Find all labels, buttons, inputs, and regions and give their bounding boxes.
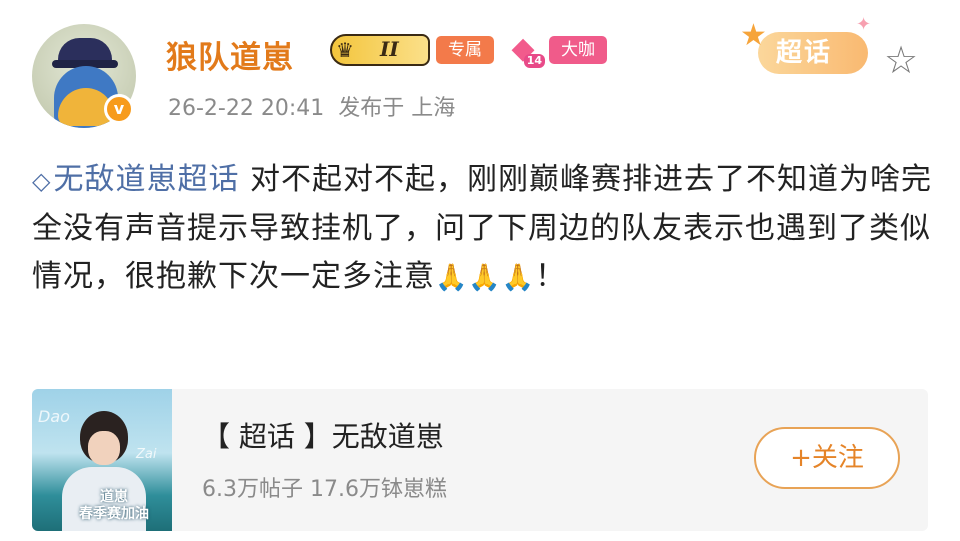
thumbnail-script-text: Dao (38, 407, 70, 426)
crown-icon: ♛ (336, 38, 354, 62)
author-name[interactable]: 狼队道崽 (166, 32, 294, 77)
topic-link[interactable]: ◇无敌道崽超话 (32, 162, 239, 197)
post-location: 发布于 上海 (338, 96, 456, 121)
diamond-icon: ◇ (32, 167, 52, 195)
member-level-badge[interactable]: ♛ II (330, 34, 430, 66)
star-sparkle-icon: ★ (740, 18, 767, 53)
card-title[interactable]: 【 超话 】无敌道崽 (202, 415, 444, 455)
supertopic-card[interactable]: Dao Zai 道崽 春季赛加油 【 超话 】无敌道崽 6.3万帖子 17.6万… (32, 389, 928, 531)
topic-link-label: 无敌道崽超话 (53, 162, 240, 197)
supertopic-badge[interactable]: ★ ✦ 超话 (740, 14, 871, 78)
supertopic-badge-label: 超话 (776, 38, 833, 68)
post-ending: ！ (535, 259, 567, 294)
star-outline-icon[interactable]: ☆ (884, 40, 918, 80)
card-stats: 6.3万帖子 17.6万钵崽糕 (202, 477, 447, 502)
thumbnail-person-face (88, 431, 120, 465)
member-level-label: II (380, 37, 399, 61)
gem-level-number: 14 (523, 54, 545, 68)
post-text: ◇无敌道崽超话 对不起对不起，刚刚巅峰赛排进去了不知道为啥完全没有声音提示导致挂… (32, 156, 932, 302)
verified-v-icon: v (104, 94, 134, 124)
gem-icon[interactable]: ◆ 14 (503, 30, 545, 68)
praying-hands-icon: 🙏🙏🙏 (435, 263, 536, 293)
post-meta: 26-2-22 20:41 发布于 上海 (168, 90, 455, 122)
exclusive-tag[interactable]: 专属 (436, 36, 494, 64)
follow-button[interactable]: +关注 (754, 427, 900, 489)
supertopic-thumbnail[interactable]: Dao Zai 道崽 春季赛加油 (32, 389, 172, 531)
vip-tag[interactable]: 大咖 (549, 36, 607, 64)
thumbnail-script-text-2: Zai (136, 447, 157, 462)
sparkle-icon: ✦ (856, 14, 872, 35)
post-time: 26-2-22 20:41 (168, 96, 325, 121)
thumbnail-caption: 道崽 春季赛加油 (79, 489, 149, 522)
